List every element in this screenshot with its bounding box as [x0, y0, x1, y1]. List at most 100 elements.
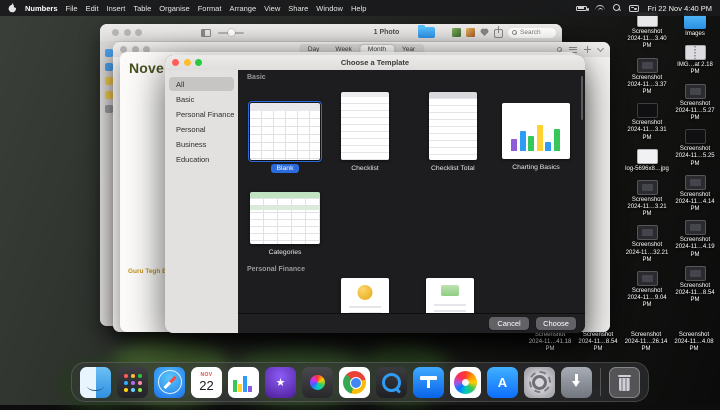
imovie-dock-icon[interactable] — [265, 366, 296, 398]
finder-dock-icon[interactable] — [80, 366, 111, 398]
photos-toolbar[interactable]: 1 Photo Search — [100, 24, 562, 41]
memories-icon[interactable] — [104, 63, 113, 71]
control-center-icon[interactable] — [629, 4, 640, 12]
desktop-file[interactable]: Screenshot 2024-11…3.21 PM — [624, 179, 670, 219]
album-folder-icon[interactable] — [104, 77, 113, 85]
template-charting-basics[interactable]: Charting Basics — [502, 103, 570, 172]
category-all[interactable]: All — [169, 77, 234, 91]
battery-icon[interactable] — [576, 5, 589, 11]
screenshot-file-icon — [684, 174, 706, 190]
desktop-file[interactable]: Screenshot 2024-11…3.40 PM — [624, 12, 670, 51]
zoom-button[interactable] — [135, 29, 142, 36]
menu-view[interactable]: View — [264, 4, 280, 13]
photo-booth-dock-icon[interactable] — [302, 366, 333, 398]
dock: NOV 22 — [71, 362, 649, 402]
category-personal[interactable]: Personal — [169, 122, 234, 136]
zoom-button[interactable] — [195, 59, 202, 66]
photo-thumbnail-icon[interactable] — [466, 28, 475, 37]
photo-thumbnail-icon[interactable] — [452, 28, 461, 37]
zoom-slider[interactable] — [218, 29, 244, 36]
album-folder-icon[interactable] — [104, 91, 113, 99]
folder-icon[interactable] — [418, 24, 435, 38]
template-categories[interactable]: Categories — [250, 192, 320, 257]
menu-table[interactable]: Table — [133, 4, 151, 13]
desktop-file[interactable]: IMG…at 2.18 PM — [672, 45, 718, 76]
desktop-file[interactable]: Screenshot 2024-11…4.08 PM — [672, 332, 716, 354]
menu-file[interactable]: File — [66, 4, 78, 13]
chrome-dock-icon[interactable] — [339, 366, 370, 398]
menu-clock[interactable]: Fri 22 Nov 4:40 PM — [647, 4, 712, 13]
quicktime-dock-icon[interactable] — [376, 366, 407, 398]
desktop-file[interactable]: Screenshot 2024-11…3.31 PM — [624, 103, 670, 142]
desktop-file[interactable]: Screenshot 2024-11…26.14 PM — [624, 332, 668, 354]
template-checklist-total[interactable]: Checklist Total — [426, 92, 480, 173]
desktop-file[interactable]: Screenshot 2024-11…8.54 PM — [576, 332, 620, 354]
keynote-dock-icon[interactable] — [413, 366, 444, 398]
desktop-file[interactable]: Screenshot 2024-11…4.19 PM — [672, 220, 718, 259]
scrollbar[interactable] — [580, 76, 583, 120]
template-checklist-label: Checklist — [351, 165, 379, 172]
library-icon[interactable] — [104, 49, 113, 57]
category-basic[interactable]: Basic — [169, 92, 234, 106]
desktop-file[interactable]: Screenshot 2024-11…8.54 PM — [672, 265, 718, 305]
close-button[interactable] — [112, 29, 119, 36]
desktop-file[interactable]: Screenshot 2024-11…5.27 PM — [672, 83, 718, 123]
template-blank[interactable]: Blank — [247, 100, 323, 173]
menu-insert[interactable]: Insert — [107, 4, 126, 13]
desktop-file[interactable]: Screenshot 2024-11…3.37 PM — [624, 57, 670, 97]
chevron-down-icon[interactable] — [596, 44, 605, 53]
archive-file-icon — [684, 45, 706, 61]
add-icon[interactable] — [584, 46, 591, 53]
photos-dock-icon[interactable] — [450, 366, 481, 398]
screenshot-file-icon — [636, 271, 658, 286]
screenshot-file-icon — [636, 225, 658, 241]
apple-menu[interactable] — [8, 3, 17, 13]
menu-arrange[interactable]: Arrange — [229, 4, 256, 13]
desktop-file[interactable]: Screenshot 2024-11…5.25 PM — [672, 129, 718, 168]
menu-format[interactable]: Format — [198, 4, 222, 13]
apple-logo-icon — [8, 3, 17, 13]
menu-edit[interactable]: Edit — [86, 4, 99, 13]
photos-count-label: 1 Photo — [373, 29, 400, 36]
template-checklist[interactable]: Checklist — [341, 92, 389, 173]
desktop-file[interactable]: Screenshot 2024-11…9.04 PM — [624, 271, 670, 310]
cancel-button[interactable]: Cancel — [489, 317, 529, 330]
dialog-titlebar[interactable]: Choose a Template — [165, 55, 585, 70]
app-store-dock-icon[interactable] — [487, 366, 518, 398]
launchpad-dock-icon[interactable] — [117, 366, 148, 398]
category-business[interactable]: Business — [169, 137, 234, 151]
favorite-icon[interactable] — [480, 28, 489, 37]
system-settings-dock-icon[interactable] — [524, 366, 555, 398]
photos-toolbar-right: Search — [452, 26, 556, 38]
spotlight-icon[interactable] — [613, 4, 621, 12]
desktop-file[interactable]: Screenshot 2024-11…32.21 PM — [624, 225, 670, 264]
close-button[interactable] — [172, 59, 179, 66]
choose-button[interactable]: Choose — [536, 317, 576, 330]
downloads-dock-icon[interactable] — [561, 366, 592, 398]
menu-share[interactable]: Share — [288, 4, 308, 13]
desktop-file[interactable]: Screenshot 2024-11…4.14 PM — [672, 174, 718, 214]
calendar-dock-icon[interactable]: NOV 22 — [191, 366, 222, 398]
template-checklist-total-thumbnail — [428, 92, 477, 160]
menu-window[interactable]: Window — [316, 4, 343, 13]
category-personal-finance[interactable]: Personal Finance — [169, 107, 234, 121]
category-education[interactable]: Education — [169, 152, 234, 166]
menu-help[interactable]: Help — [351, 4, 366, 13]
wifi-icon[interactable] — [595, 4, 606, 12]
minimize-button[interactable] — [123, 29, 131, 36]
menu-app-name[interactable]: Numbers — [25, 4, 58, 13]
search-input[interactable]: Search — [508, 27, 556, 38]
desktop-file[interactable]: Screenshot 2024-11…41.18 PM — [528, 332, 572, 354]
search-placeholder: Search — [520, 29, 541, 36]
desktop-file[interactable]: log-5696x8…jpg — [624, 148, 670, 173]
calendar-day-label: 22 — [199, 377, 214, 393]
share-icon[interactable] — [494, 26, 503, 38]
trash-album-icon[interactable] — [104, 105, 113, 113]
sidebar-toggle-icon[interactable] — [201, 28, 211, 37]
trash-dock-icon[interactable] — [609, 366, 640, 398]
menu-organise[interactable]: Organise — [159, 4, 189, 13]
template-chooser-dialog: Choose a Template All Basic Personal Fin… — [165, 55, 585, 333]
numbers-dock-icon[interactable] — [228, 366, 259, 398]
minimize-button[interactable] — [183, 59, 191, 66]
safari-dock-icon[interactable] — [154, 366, 185, 398]
